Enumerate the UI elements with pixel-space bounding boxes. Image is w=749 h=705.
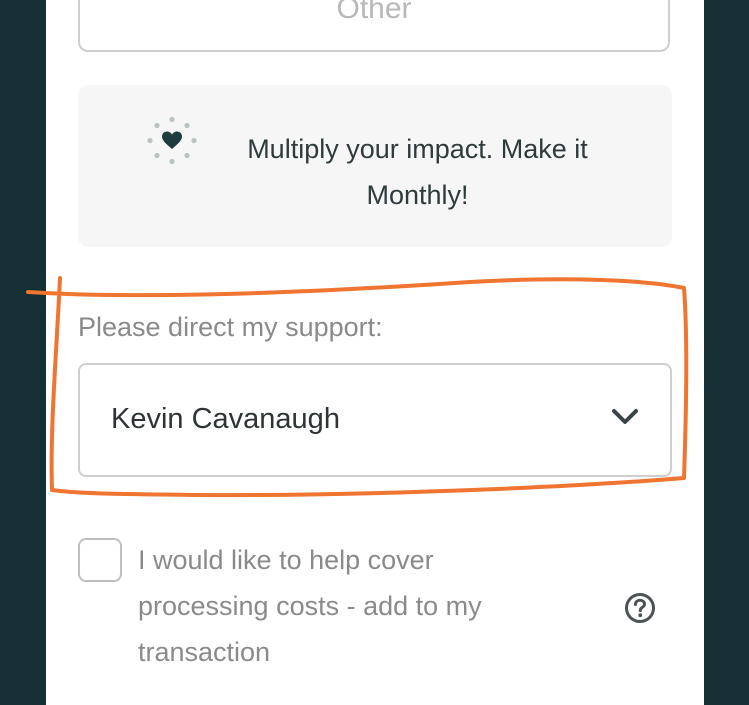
processing-costs-label[interactable]: I would like to help cover processing co… [138, 537, 568, 675]
processing-costs-checkbox[interactable] [78, 538, 122, 582]
heart-sparkle-icon [147, 116, 197, 165]
direct-support-select[interactable]: Kevin Cavanaugh [78, 363, 672, 477]
chevron-down-icon [612, 409, 638, 424]
selected-recipient: Kevin Cavanaugh [111, 403, 340, 435]
other-amount-button[interactable]: Other [78, 0, 670, 52]
other-amount-label: Other [336, 0, 412, 25]
direct-support-label: Please direct my support: [78, 312, 383, 342]
question-help-icon[interactable] [624, 592, 656, 624]
monthly-upsell-text: Multiply your impact. Make it Monthly! [247, 134, 588, 210]
